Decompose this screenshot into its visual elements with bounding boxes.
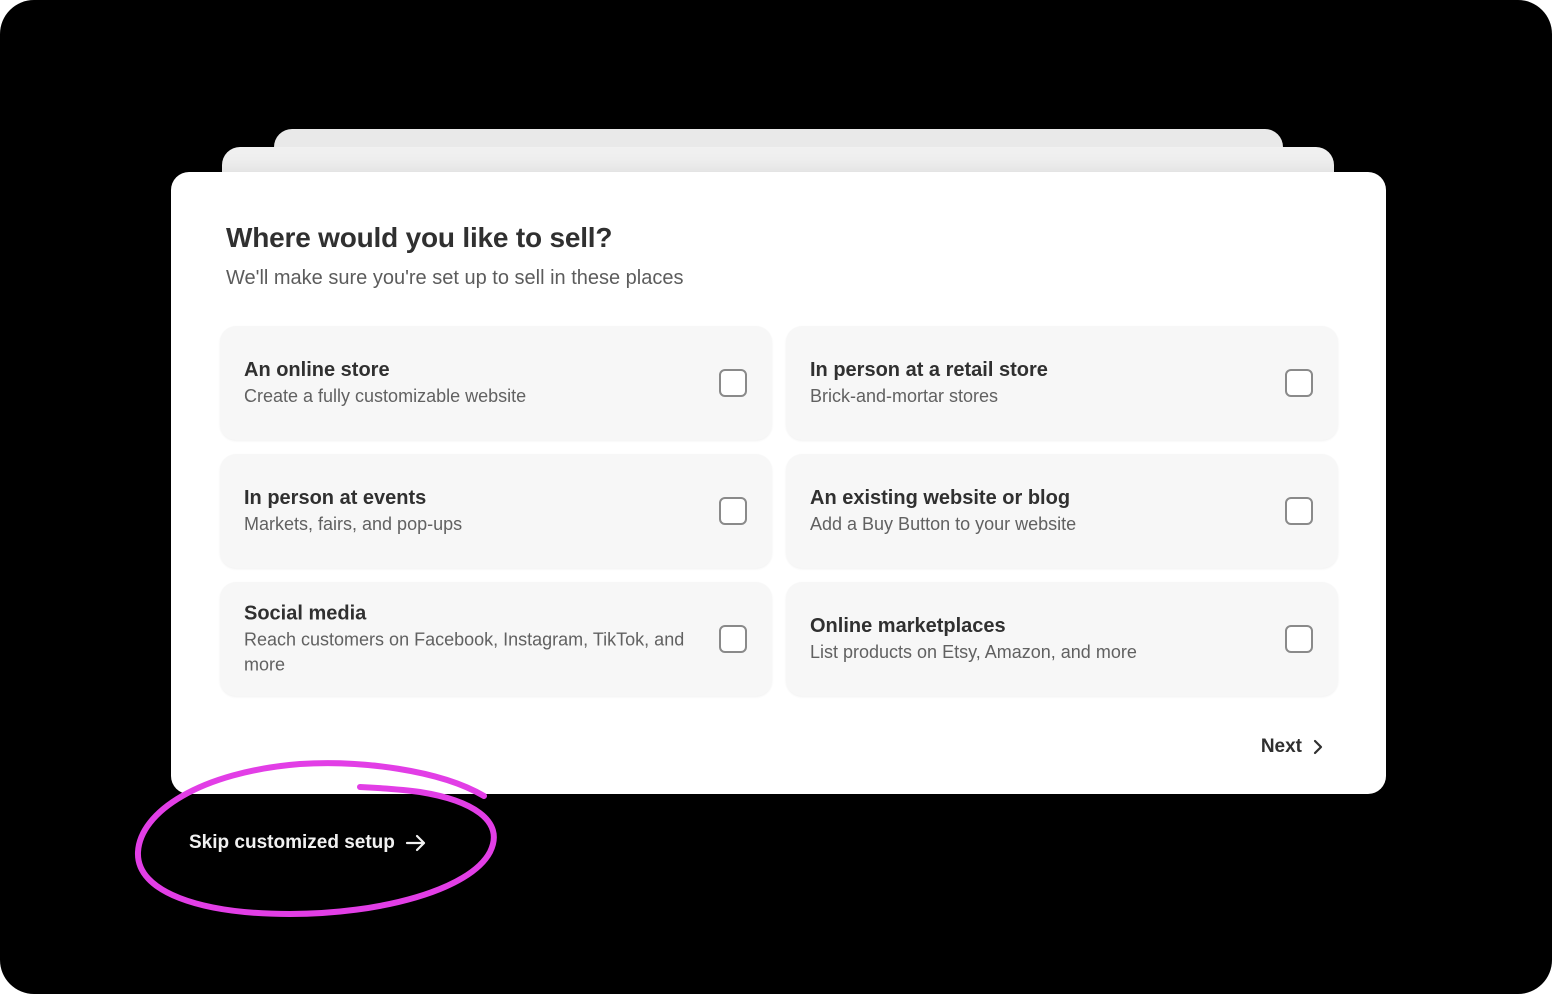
option-text: Online marketplaces List products on Ets… bbox=[810, 613, 1262, 665]
option-online-marketplaces[interactable]: Online marketplaces List products on Ets… bbox=[786, 582, 1338, 696]
option-title: Social media bbox=[244, 602, 367, 625]
option-checkbox[interactable] bbox=[1285, 369, 1313, 397]
option-title: An existing website or blog bbox=[810, 487, 1071, 509]
chevron-right-icon bbox=[1313, 739, 1323, 755]
onboarding-card: Where would you like to sell? We'll make… bbox=[171, 172, 1386, 794]
page-subtitle: We'll make sure you're set up to sell in… bbox=[226, 267, 684, 289]
option-checkbox[interactable] bbox=[719, 497, 747, 525]
option-description: Create a fully customizable website bbox=[244, 386, 527, 406]
option-checkbox[interactable] bbox=[1285, 497, 1313, 525]
skip-label: Skip customized setup bbox=[189, 832, 395, 853]
arrow-right-icon bbox=[405, 834, 425, 852]
option-checkbox[interactable] bbox=[1285, 625, 1313, 653]
next-button[interactable]: Next bbox=[1261, 732, 1324, 762]
option-title: Online marketplaces bbox=[810, 615, 1006, 637]
next-label: Next bbox=[1260, 736, 1302, 757]
screen-frame: Where would you like to sell? We'll make… bbox=[0, 0, 1552, 994]
option-title: An online store bbox=[244, 359, 390, 381]
option-checkbox[interactable] bbox=[719, 369, 747, 397]
option-retail-store[interactable]: In person at a retail store Brick-and-mo… bbox=[786, 326, 1338, 440]
option-existing-website[interactable]: An existing website or blog Add a Buy Bu… bbox=[786, 454, 1338, 568]
option-description: Brick-and-mortar stores bbox=[810, 386, 999, 406]
option-text: An online store Create a fully customiza… bbox=[244, 357, 696, 409]
option-text: In person at events Markets, fairs, and … bbox=[244, 485, 696, 537]
option-text: Social media Reach customers on Facebook… bbox=[244, 601, 696, 678]
option-social-media[interactable]: Social media Reach customers on Facebook… bbox=[220, 582, 772, 696]
option-description: Reach customers on Facebook, Instagram, … bbox=[244, 629, 685, 675]
option-checkbox[interactable] bbox=[719, 625, 747, 653]
option-text: An existing website or blog Add a Buy Bu… bbox=[810, 485, 1262, 537]
option-title: In person at a retail store bbox=[810, 359, 1048, 381]
option-online-store[interactable]: An online store Create a fully customiza… bbox=[220, 326, 772, 440]
option-text: In person at a retail store Brick-and-mo… bbox=[810, 357, 1262, 409]
page-title: Where would you like to sell? bbox=[226, 222, 613, 253]
option-description: Add a Buy Button to your website bbox=[810, 514, 1077, 534]
option-title: In person at events bbox=[244, 487, 427, 509]
sales-channel-options: An online store Create a fully customiza… bbox=[220, 326, 1338, 696]
skip-setup-link[interactable]: Skip customized setup bbox=[189, 832, 427, 854]
option-description: List products on Etsy, Amazon, and more bbox=[810, 642, 1137, 662]
option-description: Markets, fairs, and pop-ups bbox=[244, 514, 463, 534]
option-events[interactable]: In person at events Markets, fairs, and … bbox=[220, 454, 772, 568]
